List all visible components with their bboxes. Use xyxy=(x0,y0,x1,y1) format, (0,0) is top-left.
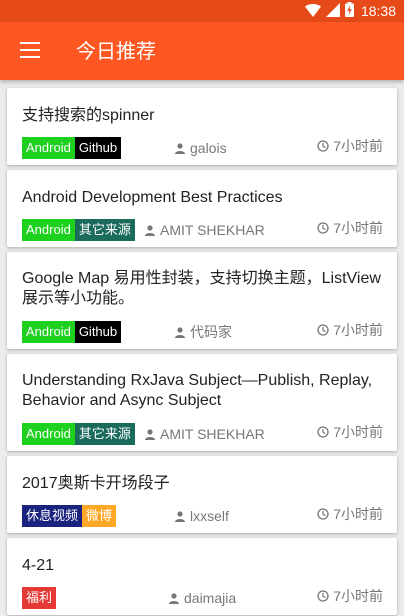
clock-icon xyxy=(317,426,329,438)
signal-icon xyxy=(325,2,340,21)
article-time: 7小时前 xyxy=(317,586,383,606)
article-title: Google Map 易用性封装，支持切换主题，ListView 展示等小功能。 xyxy=(22,270,381,307)
author-name: 代码家 xyxy=(190,324,232,340)
person-icon xyxy=(175,510,185,522)
time-text: 7小时前 xyxy=(333,424,383,440)
tag[interactable]: 福利 xyxy=(22,587,57,609)
person-icon xyxy=(145,224,155,236)
author-name: AMIT SHEKHAR xyxy=(160,426,265,442)
article-card[interactable]: Android Development Best Practices Andro… xyxy=(7,170,397,247)
article-title: Understanding RxJava Subject—Publish, Re… xyxy=(22,372,373,409)
article-author: AMIT SHEKHAR xyxy=(145,424,265,444)
time-text: 7小时前 xyxy=(333,588,383,604)
time-text: 7小时前 xyxy=(333,220,383,236)
time-text: 7小时前 xyxy=(333,322,383,338)
tag-list: Android Github xyxy=(22,321,122,343)
author-name: lxxself xyxy=(190,508,229,524)
tag-list: Android 其它来源 xyxy=(22,423,135,445)
tag[interactable]: Github xyxy=(74,137,122,159)
tag[interactable]: Android xyxy=(22,423,75,445)
article-time: 7小时前 xyxy=(317,136,383,156)
person-icon xyxy=(169,592,179,604)
tag-list: 休息视频 微博 xyxy=(22,505,117,527)
app-bar: 今日推荐 xyxy=(0,22,404,80)
article-time: 7小时前 xyxy=(317,504,383,524)
article-title: 支持搜索的spinner xyxy=(22,107,155,124)
tag-list: 福利 xyxy=(22,587,57,609)
person-icon xyxy=(175,326,185,338)
time-text: 7小时前 xyxy=(333,506,383,522)
tag[interactable]: 其它来源 xyxy=(74,423,135,445)
article-list[interactable]: 支持搜索的spinner Android Github galois 7小时前 … xyxy=(0,80,404,616)
person-icon xyxy=(175,142,185,154)
article-time: 7小时前 xyxy=(317,218,383,238)
clock-icon xyxy=(317,222,329,234)
article-author: 代码家 xyxy=(175,322,232,342)
author-name: AMIT SHEKHAR xyxy=(160,222,265,238)
clock-icon xyxy=(317,140,329,152)
article-title: 4-21 xyxy=(22,557,55,574)
status-bar: 18:38 xyxy=(0,0,404,22)
time-text: 7小时前 xyxy=(333,138,383,154)
article-card[interactable]: 支持搜索的spinner Android Github galois 7小时前 xyxy=(7,88,397,165)
tag[interactable]: Android xyxy=(22,137,75,159)
article-time: 7小时前 xyxy=(317,320,383,340)
app-title: 今日推荐 xyxy=(76,39,156,63)
article-card[interactable]: Google Map 易用性封装，支持切换主题，ListView 展示等小功能。… xyxy=(7,252,397,349)
tag-list: Android 其它来源 xyxy=(22,219,135,241)
article-author: lxxself xyxy=(175,506,229,526)
article-title: Android Development Best Practices xyxy=(22,189,283,206)
status-time: 18:38 xyxy=(360,3,396,19)
article-card[interactable]: 4-21 福利 daimajia 7小时前 xyxy=(7,538,397,615)
clock-icon xyxy=(317,324,329,336)
article-time: 7小时前 xyxy=(317,422,383,442)
tag[interactable]: 其它来源 xyxy=(74,219,135,241)
tag[interactable]: 休息视频 xyxy=(22,505,83,527)
tag[interactable]: 微博 xyxy=(82,505,117,527)
wifi-icon xyxy=(304,2,321,21)
article-card[interactable]: Understanding RxJava Subject—Publish, Re… xyxy=(7,354,397,451)
clock-icon xyxy=(317,508,329,520)
article-author: daimajia xyxy=(169,588,236,608)
clock-icon xyxy=(317,590,329,602)
author-name: galois xyxy=(190,140,227,156)
tag[interactable]: Android xyxy=(22,219,75,241)
status-icons: 18:38 xyxy=(304,1,396,21)
article-author: galois xyxy=(175,138,227,158)
article-author: AMIT SHEKHAR xyxy=(145,220,265,240)
article-card[interactable]: 2017奥斯卡开场段子 休息视频 微博 lxxself 7小时前 xyxy=(7,456,397,533)
menu-icon[interactable] xyxy=(20,42,40,58)
battery-charging-icon xyxy=(344,1,354,21)
person-icon xyxy=(145,428,155,440)
author-name: daimajia xyxy=(184,590,237,606)
tag[interactable]: Android xyxy=(22,321,75,343)
article-title: 2017奥斯卡开场段子 xyxy=(22,475,170,492)
tag-list: Android Github xyxy=(22,137,122,159)
tag[interactable]: Github xyxy=(74,321,122,343)
